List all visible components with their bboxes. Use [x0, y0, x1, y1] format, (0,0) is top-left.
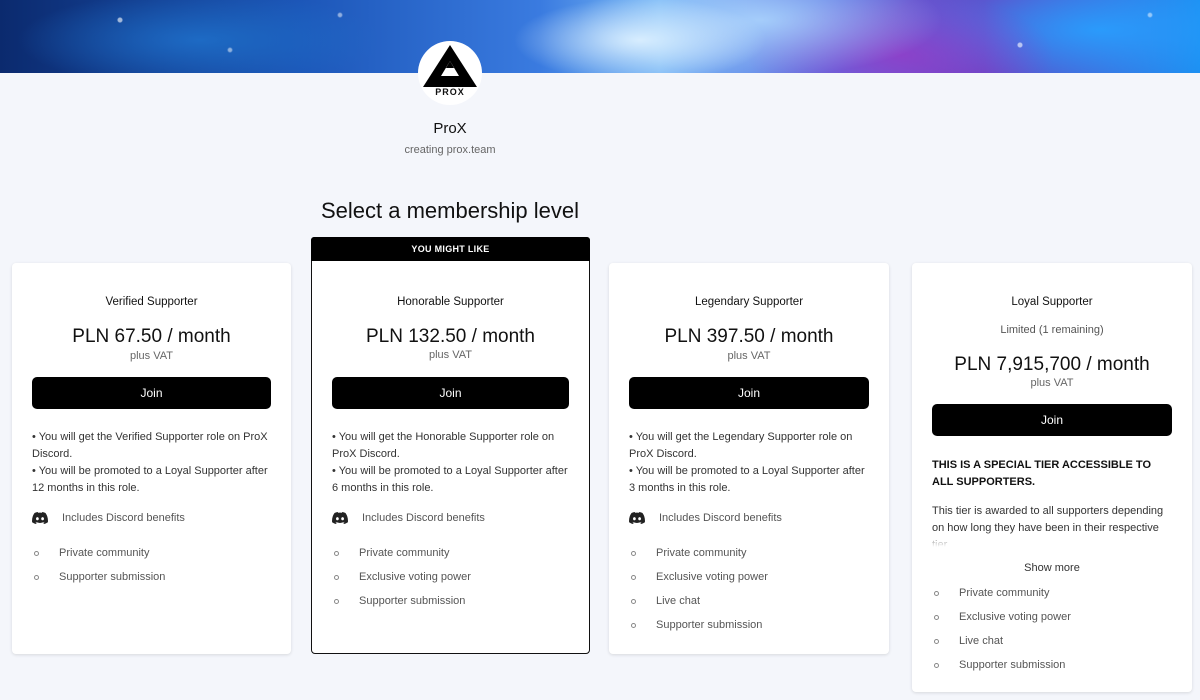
tier-name: Honorable Supporter: [397, 296, 504, 308]
bullet-icon: [334, 550, 339, 556]
join-button[interactable]: Join: [932, 404, 1172, 436]
benefit-label: Supporter submission: [359, 595, 466, 607]
bullet-icon: [631, 550, 636, 556]
discord-icon: [629, 512, 645, 524]
discord-benefits: Includes Discord benefits: [332, 512, 569, 524]
discord-icon: [32, 512, 48, 524]
benefit-label: Private community: [59, 547, 150, 559]
benefit-list: Private community Supporter submission: [32, 541, 271, 589]
benefit-label: Supporter submission: [959, 659, 1066, 671]
page-title: Select a membership level: [320, 198, 579, 223]
recommended-badge: YOU MIGHT LIKE: [311, 237, 590, 261]
benefit-label: Exclusive voting power: [959, 611, 1071, 623]
discord-benefits: Includes Discord benefits: [32, 512, 271, 524]
list-item: Private community: [629, 541, 869, 565]
tier-vat: plus VAT: [1030, 377, 1074, 389]
discord-label: Includes Discord benefits: [362, 512, 485, 524]
benefit-label: Live chat: [959, 635, 1004, 647]
avatar[interactable]: PROX: [418, 41, 482, 105]
creator-tagline: creating prox.team: [404, 144, 496, 156]
tier-card-legendary: Legendary Supporter PLN 397.50 / month p…: [609, 263, 889, 654]
list-item: Live chat: [932, 629, 1172, 653]
list-item: Supporter submission: [932, 653, 1172, 677]
list-item: Private community: [32, 541, 271, 565]
benefit-label: Supporter submission: [59, 571, 166, 583]
desc-line: • You will get the Honorable Supporter r…: [332, 431, 555, 460]
desc-line: • You will get the Verified Supporter ro…: [32, 431, 268, 460]
tier-description: • You will get the Honorable Supporter r…: [332, 429, 569, 497]
desc-text: This tier is awarded to all supporters d…: [932, 505, 1164, 547]
list-item: Supporter submission: [332, 589, 569, 613]
list-item: Supporter submission: [629, 613, 869, 637]
bullet-icon: [334, 574, 339, 580]
tier-vat: plus VAT: [727, 350, 771, 362]
tier-description: • You will get the Verified Supporter ro…: [32, 429, 271, 497]
tier-card-honorable: YOU MIGHT LIKE Honorable Supporter PLN 1…: [311, 237, 590, 654]
creator-name: ProX: [433, 120, 467, 137]
join-button[interactable]: Join: [332, 377, 569, 409]
join-button[interactable]: Join: [32, 377, 271, 409]
tier-name: Legendary Supporter: [694, 296, 804, 308]
logo-text: PROX: [435, 87, 465, 97]
bullet-icon: [934, 590, 939, 596]
desc-line: • You will be promoted to a Loyal Suppor…: [629, 465, 865, 494]
bullet-icon: [934, 638, 939, 644]
list-item: Supporter submission: [32, 565, 271, 589]
bullet-icon: [631, 598, 636, 604]
discord-benefits: Includes Discord benefits: [629, 512, 869, 524]
benefit-list: Private community Exclusive voting power…: [932, 581, 1172, 677]
discord-label: Includes Discord benefits: [659, 512, 782, 524]
bullet-icon: [934, 662, 939, 668]
desc-line: • You will be promoted to a Loyal Suppor…: [332, 465, 568, 494]
benefit-list: Private community Exclusive voting power…: [332, 541, 569, 613]
bullet-icon: [631, 574, 636, 580]
tier-price: PLN 132.50 / month: [366, 326, 535, 347]
benefit-label: Exclusive voting power: [359, 571, 471, 583]
list-item: Exclusive voting power: [629, 565, 869, 589]
benefit-label: Private community: [656, 547, 747, 559]
tier-card-loyal: Loyal Supporter Limited (1 remaining) PL…: [912, 263, 1192, 692]
cover-banner: [0, 0, 1200, 73]
tier-name: Loyal Supporter: [1011, 296, 1093, 308]
discord-icon: [332, 512, 348, 524]
prox-logo-icon: [423, 45, 477, 87]
tier-description: • You will get the Legendary Supporter r…: [629, 429, 869, 497]
tier-price: PLN 67.50 / month: [72, 326, 231, 347]
bullet-icon: [334, 598, 339, 604]
list-item: Exclusive voting power: [332, 565, 569, 589]
tier-price: PLN 397.50 / month: [664, 326, 834, 347]
list-item: Exclusive voting power: [932, 605, 1172, 629]
tier-card-verified: Verified Supporter PLN 67.50 / month plu…: [12, 263, 291, 654]
bullet-icon: [631, 622, 636, 628]
tier-price: PLN 7,915,700 / month: [954, 354, 1150, 375]
benefit-label: Private community: [959, 587, 1050, 599]
special-notice: THIS IS A SPECIAL TIER ACCESSIBLE TO ALL…: [932, 459, 1152, 488]
discord-label: Includes Discord benefits: [62, 512, 185, 524]
bullet-icon: [934, 614, 939, 620]
tier-vat: plus VAT: [130, 350, 173, 362]
join-button[interactable]: Join: [629, 377, 869, 409]
list-item: Private community: [932, 581, 1172, 605]
bullet-icon: [34, 574, 39, 580]
benefit-list: Private community Exclusive voting power…: [629, 541, 869, 637]
bullet-icon: [34, 550, 39, 556]
tier-limited: Limited (1 remaining): [1000, 324, 1104, 336]
desc-line: • You will get the Legendary Supporter r…: [629, 431, 853, 460]
show-more-link[interactable]: Show more: [932, 562, 1172, 574]
tier-description: This tier is awarded to all supporters d…: [932, 503, 1172, 547]
tier-name: Verified Supporter: [105, 296, 198, 308]
benefit-label: Exclusive voting power: [656, 571, 768, 583]
benefit-label: Private community: [359, 547, 450, 559]
benefit-label: Live chat: [656, 595, 701, 607]
benefit-label: Supporter submission: [656, 619, 763, 631]
tier-vat: plus VAT: [429, 349, 472, 361]
list-item: Live chat: [629, 589, 869, 613]
desc-line: • You will be promoted to a Loyal Suppor…: [32, 465, 268, 494]
list-item: Private community: [332, 541, 569, 565]
